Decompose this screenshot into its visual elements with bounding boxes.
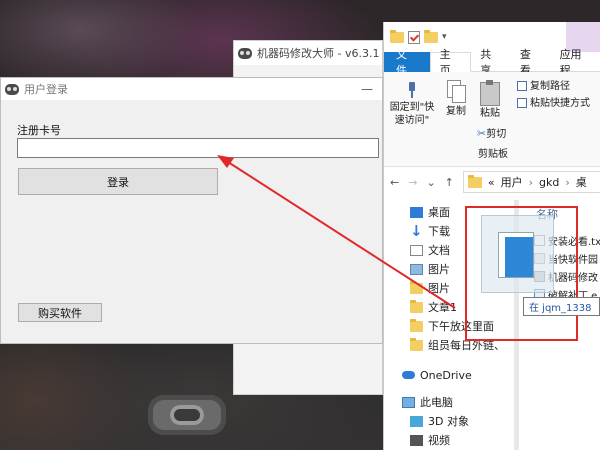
folder-icon[interactable] [390, 29, 404, 43]
paste-shortcut-button[interactable]: 粘贴快捷方式 [517, 97, 590, 110]
nav-label: OneDrive [420, 368, 472, 382]
nav-label: 视频 [428, 434, 450, 447]
nav-label: 图片 [428, 263, 450, 276]
paste-icon [480, 80, 500, 106]
nav-item-onedrive[interactable]: OneDrive [402, 366, 472, 384]
cut-button[interactable]: ✂剪切 [477, 127, 506, 141]
clipboard-group-label: 剪贴板 [478, 149, 508, 160]
ribbon-tabs: 文件 主页 共享 查看 应用程 [384, 48, 600, 77]
nav-label: 3D 对象 [428, 415, 469, 428]
address-prefix: « [487, 175, 495, 189]
nav-label: 下载 [428, 225, 450, 238]
chevron-down-icon[interactable]: ▾ [442, 32, 447, 42]
document-icon [410, 244, 423, 256]
background-phone-image [148, 395, 226, 435]
copy-label: 复制 [446, 106, 466, 117]
ribbon-home: 固定到"快 速访问" 复制 粘贴 复制路径 粘贴快捷方式 ✂剪切 剪贴板 [384, 72, 600, 167]
tab-share[interactable]: 共享 [471, 48, 511, 77]
download-icon [410, 222, 423, 240]
pin-icon [406, 82, 418, 98]
recent-locations-button[interactable]: ⌄ [426, 176, 435, 189]
tab-app-tools[interactable]: 应用程 [551, 48, 600, 77]
nav-item-article1[interactable]: 文章1 [410, 298, 457, 316]
nav-label: 文章1 [428, 301, 457, 314]
copy-path-icon [517, 81, 527, 91]
login-window-title: 用户登录 [24, 83, 68, 96]
tab-view[interactable]: 查看 [511, 48, 551, 77]
new-folder-icon[interactable] [424, 29, 438, 43]
cut-label: 剪切 [486, 129, 507, 140]
login-window: 用户登录 — 注册卡号 登录 购买软件 [0, 77, 383, 344]
nav-label: 文档 [428, 244, 450, 257]
login-titlebar[interactable]: 用户登录 — [1, 78, 382, 100]
paste-shortcut-icon [517, 98, 527, 108]
app-logo-icon [238, 47, 252, 59]
folder-icon [410, 299, 423, 313]
address-bar[interactable]: « 用户 › gkd › 桌 [462, 171, 600, 193]
breadcrumb-separator-icon: › [528, 175, 534, 189]
nav-item-3d-objects[interactable]: 3D 对象 [410, 412, 469, 430]
nav-item-desktop[interactable]: 桌面 [410, 203, 450, 221]
nav-item-this-pc[interactable]: 此电脑 [402, 393, 453, 411]
copy-path-label: 复制路径 [530, 81, 570, 92]
reg-code-input[interactable] [17, 138, 379, 158]
video-icon [410, 434, 423, 446]
tab-home[interactable]: 主页 [429, 48, 472, 77]
nav-label: 图片 [428, 282, 450, 295]
forward-button[interactable]: → [408, 176, 417, 189]
main-app-titlebar[interactable]: 机器码修改大师 - v6.3.1 [234, 41, 382, 65]
copy-path-button[interactable]: 复制路径 [517, 80, 570, 93]
pin-label-line2: 速访问" [394, 115, 430, 126]
paste-button[interactable]: 粘贴 [476, 80, 504, 120]
up-button[interactable]: ↑ [445, 176, 454, 189]
breadcrumb-separator-icon: › [565, 175, 570, 189]
tab-file[interactable]: 文件 [384, 48, 430, 77]
main-app-title: 机器码修改大师 - v6.3.1 [257, 47, 380, 60]
scissors-icon: ✂ [477, 127, 487, 140]
nav-item-videos[interactable]: 视频 [410, 431, 450, 449]
app-logo-icon [5, 83, 19, 95]
pin-label-line1: 固定到"快 [389, 102, 435, 113]
nav-item-pictures-folder[interactable]: 图片 [410, 279, 450, 297]
cloud-icon [402, 371, 415, 379]
nav-item-downloads[interactable]: 下载 [410, 222, 450, 240]
pin-quick-access-button[interactable]: 固定到"快 速访问" [386, 82, 438, 127]
properties-icon[interactable] [408, 30, 420, 44]
computer-icon [402, 396, 415, 408]
paste-label: 粘贴 [480, 108, 500, 119]
breadcrumb-item[interactable]: 用户 [501, 174, 523, 190]
folder-icon [467, 174, 482, 188]
annotation-highlight-box [465, 206, 578, 341]
buy-software-button[interactable]: 购买软件 [18, 303, 102, 322]
desktop-icon [410, 206, 423, 218]
nav-label: 此电脑 [420, 396, 453, 409]
folder-icon [410, 280, 423, 294]
breadcrumb-item[interactable]: gkd [539, 176, 559, 189]
copy-icon [447, 80, 466, 103]
drop-tooltip: 在 jqm_1338 [523, 297, 600, 316]
nav-item-documents[interactable]: 文档 [410, 241, 450, 259]
drop-tooltip-text: 在 jqm_1338 [529, 303, 592, 314]
pictures-icon [410, 263, 423, 275]
phone-camera-lens [170, 405, 204, 425]
reg-code-label: 注册卡号 [17, 124, 61, 137]
cube-icon [410, 415, 423, 427]
copy-button[interactable]: 复制 [442, 80, 470, 118]
folder-icon [410, 337, 423, 351]
minimize-button[interactable]: — [352, 82, 382, 96]
login-button[interactable]: 登录 [18, 168, 218, 195]
breadcrumb-item[interactable]: 桌 [576, 174, 587, 190]
address-bar-row: ← → ⌄ ↑ « 用户 › gkd › 桌 [384, 170, 600, 194]
nav-label: 桌面 [428, 206, 450, 219]
back-button[interactable]: ← [390, 176, 399, 189]
nav-item-pictures[interactable]: 图片 [410, 260, 450, 278]
paste-shortcut-label: 粘贴快捷方式 [530, 98, 590, 109]
folder-icon [410, 318, 423, 332]
